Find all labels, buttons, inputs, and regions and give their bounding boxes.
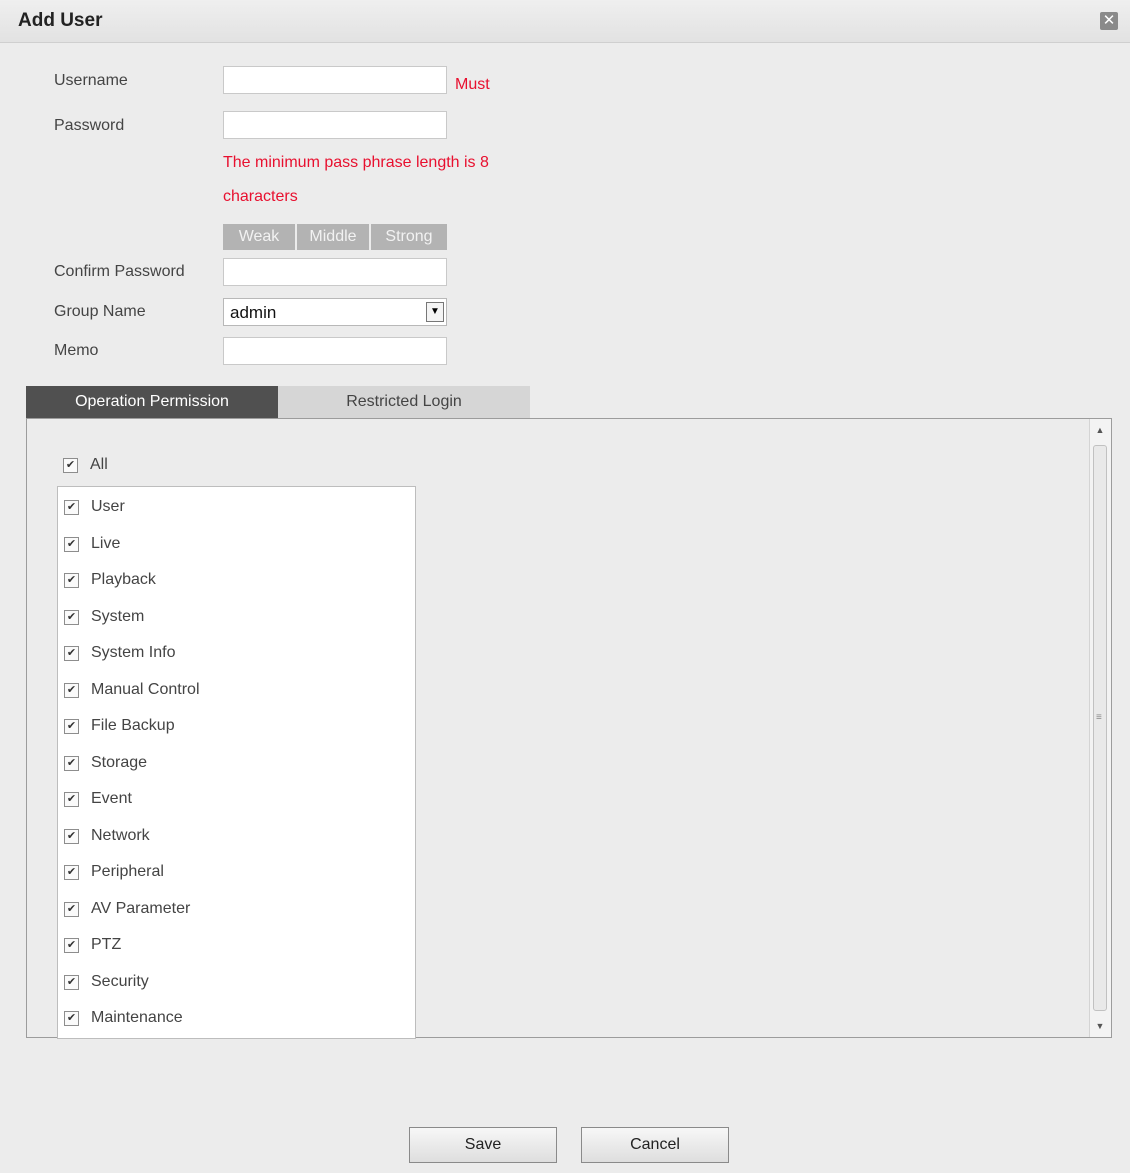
permission-item-file-backup[interactable]: ✔ File Backup — [64, 714, 175, 738]
required-marker: Must — [455, 76, 490, 93]
check-icon[interactable]: ✔ — [64, 499, 79, 515]
check-icon[interactable]: ✔ — [64, 791, 79, 807]
permission-item-storage[interactable]: ✔ Storage — [64, 751, 147, 775]
check-icon[interactable]: ✔ — [64, 828, 79, 844]
password-strength-meter: Weak Middle Strong — [223, 224, 449, 250]
permission-item-user[interactable]: ✔ User — [64, 495, 125, 519]
permission-label: System Info — [91, 644, 176, 661]
check-icon[interactable]: ✔ — [64, 974, 79, 990]
memo-input[interactable] — [223, 337, 447, 365]
strength-weak: Weak — [223, 224, 295, 250]
permission-item-event[interactable]: ✔ Event — [64, 787, 132, 811]
permission-item-maintenance[interactable]: ✔ Maintenance — [64, 1006, 183, 1030]
permission-item-security[interactable]: ✔ Security — [64, 970, 149, 994]
password-hint-line2: characters — [223, 188, 298, 205]
permission-label: Event — [91, 790, 132, 807]
scroll-thumb[interactable]: ≡ — [1093, 445, 1107, 1011]
permission-item-av-parameter[interactable]: ✔ AV Parameter — [64, 897, 190, 921]
check-icon[interactable]: ✔ — [64, 901, 79, 917]
permission-label: Peripheral — [91, 863, 164, 880]
permission-label: User — [91, 498, 125, 515]
tab-operation-permission[interactable]: Operation Permission — [26, 386, 278, 418]
permission-label: System — [91, 608, 145, 625]
check-icon[interactable]: ✔ — [64, 755, 79, 771]
permission-item-playback[interactable]: ✔ Playback — [64, 568, 156, 592]
panel-scrollbar[interactable]: ▲ ≡ ▼ — [1089, 419, 1111, 1037]
permission-label: PTZ — [91, 936, 122, 953]
username-input[interactable] — [223, 66, 447, 94]
tab-restricted-login[interactable]: Restricted Login — [278, 386, 530, 418]
permission-label: AV Parameter — [91, 900, 191, 917]
permission-item-system-info[interactable]: ✔ System Info — [64, 641, 175, 665]
permission-label: Network — [91, 827, 150, 844]
group-name-select[interactable]: admin ▼ — [223, 298, 447, 326]
permission-item-network[interactable]: ✔ Network — [64, 824, 150, 848]
strength-strong: Strong — [371, 224, 447, 250]
group-name-label: Group Name — [54, 303, 146, 320]
check-icon[interactable]: ✔ — [64, 572, 79, 588]
memo-label: Memo — [54, 342, 99, 359]
permission-item-system[interactable]: ✔ System — [64, 605, 144, 629]
dialog-titlebar: Add User ✕ — [0, 0, 1130, 43]
grip-icon: ≡ — [1096, 712, 1102, 723]
permission-label: Playback — [91, 571, 156, 588]
confirm-password-input[interactable] — [223, 258, 447, 286]
permission-list: ✔ User ✔ Live ✔ Playback ✔ System ✔ System In… — [57, 486, 416, 1039]
check-icon[interactable]: ✔ — [64, 718, 79, 734]
check-icon[interactable]: ✔ — [64, 864, 79, 880]
permission-label: Storage — [91, 754, 148, 771]
permission-item-live[interactable]: ✔ Live — [64, 532, 120, 556]
dialog-title: Add User — [18, 10, 103, 31]
check-icon[interactable]: ✔ — [64, 609, 79, 625]
save-button[interactable]: Save — [409, 1127, 557, 1163]
check-icon[interactable]: ✔ — [64, 937, 79, 953]
permission-label: Security — [91, 973, 149, 990]
scroll-down-icon[interactable]: ▼ — [1093, 1019, 1107, 1033]
check-icon[interactable]: ✔ — [64, 536, 79, 552]
all-label: All — [90, 456, 108, 473]
permission-label: Live — [91, 535, 121, 552]
check-icon[interactable]: ✔ — [64, 645, 79, 661]
permission-item-peripheral[interactable]: ✔ Peripheral — [64, 860, 164, 884]
permission-item-ptz[interactable]: ✔ PTZ — [64, 933, 121, 957]
password-hint-line1: The minimum pass phrase length is 8 — [223, 154, 489, 171]
password-label: Password — [54, 117, 125, 134]
permission-panel: ✔ All ✔ User ✔ Live ✔ Playback ✔ System ✔ Sys… — [26, 418, 1112, 1039]
scroll-up-icon[interactable]: ▲ — [1093, 423, 1107, 437]
all-checkbox-row[interactable]: ✔ All — [63, 455, 108, 475]
permission-item-manual-control[interactable]: ✔ Manual Control — [64, 678, 200, 702]
permission-label: Maintenance — [91, 1009, 183, 1026]
check-icon[interactable]: ✔ — [64, 1010, 79, 1026]
chevron-down-icon[interactable]: ▼ — [426, 302, 444, 322]
group-name-value: admin — [230, 303, 277, 322]
username-label: Username — [54, 72, 128, 89]
strength-middle: Middle — [297, 224, 369, 250]
check-icon[interactable]: ✔ — [63, 457, 78, 473]
permission-label: Manual Control — [91, 681, 200, 698]
cancel-button[interactable]: Cancel — [581, 1127, 729, 1163]
confirm-password-label: Confirm Password — [54, 263, 185, 280]
password-input[interactable] — [223, 111, 447, 139]
close-icon[interactable]: ✕ — [1100, 12, 1118, 30]
permission-label: File Backup — [91, 717, 175, 734]
check-icon[interactable]: ✔ — [64, 682, 79, 698]
